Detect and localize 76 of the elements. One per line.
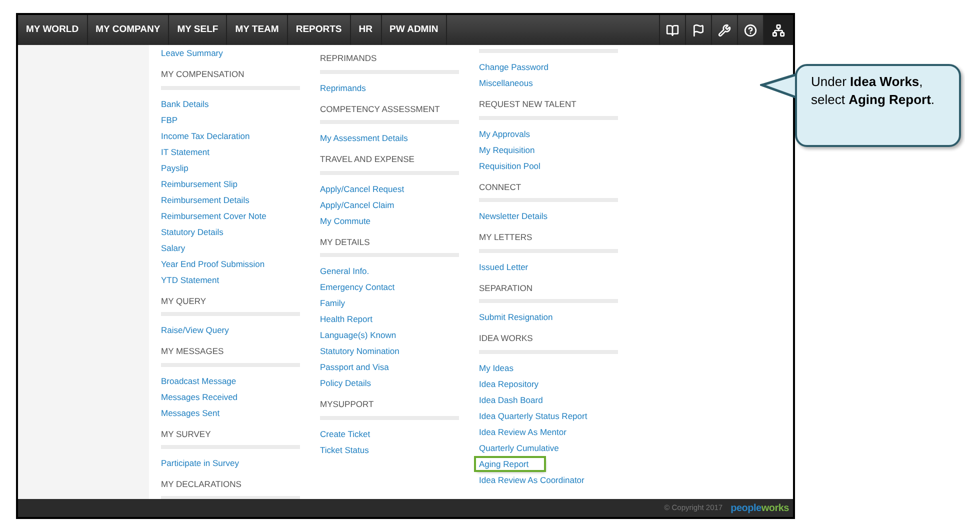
menu-link[interactable]: Change Password xyxy=(479,61,548,73)
section-heading: COMPETENCY ASSESSMENT xyxy=(320,102,440,116)
menu-link[interactable]: Newsletter Details xyxy=(479,210,548,222)
section-heading: MY MESSAGES xyxy=(161,345,224,358)
nav-item[interactable]: MY SELF xyxy=(169,15,228,45)
menu-link[interactable]: YTD Statement xyxy=(161,274,220,286)
menu-link[interactable]: Emergency Contact xyxy=(320,281,395,294)
menu-link[interactable]: My Approvals xyxy=(479,128,530,140)
menu-link[interactable]: Bank Details xyxy=(161,98,209,110)
menu-link[interactable]: Messages Sent xyxy=(161,406,220,419)
section-heading: SEPARATION xyxy=(479,282,533,295)
menu-link[interactable]: Raise/View Query xyxy=(161,324,229,336)
help-icon[interactable] xyxy=(744,24,757,36)
menu-link[interactable]: Requisition Pool xyxy=(479,160,540,172)
menu-link[interactable]: Messages Received xyxy=(161,390,238,403)
section-heading: REQUEST NEW TALENT xyxy=(479,98,576,111)
menu-link[interactable]: Apply/Cancel Claim xyxy=(320,198,394,211)
menu-link[interactable]: Idea Review As Coordinator xyxy=(479,474,584,486)
menu-link[interactable]: Idea Review As Mentor xyxy=(479,426,566,438)
section-heading: MYSUPPORT xyxy=(320,398,374,412)
menu-link[interactable]: Broadcast Message xyxy=(161,374,236,387)
section-heading: MY LETTERS xyxy=(479,231,532,244)
section-heading: MY QUERY xyxy=(161,294,206,308)
menu-link[interactable]: Reprimands xyxy=(320,82,366,94)
menu-link[interactable]: Reimbursement Slip xyxy=(161,178,238,190)
menu-link[interactable]: Ticket Status xyxy=(320,444,369,456)
nav-item[interactable]: MY TEAM xyxy=(227,15,288,45)
menu-link[interactable]: Idea Repository xyxy=(479,378,539,390)
book-icon[interactable] xyxy=(666,24,679,36)
menu-link[interactable]: Quarterly Cumulative xyxy=(479,442,559,454)
menu-link[interactable]: Apply/Cancel Request xyxy=(320,182,404,195)
menu-link[interactable]: Passport and Visa xyxy=(320,361,389,374)
section-heading: MY DECLARATIONS xyxy=(161,478,242,492)
menu-link[interactable]: Family xyxy=(320,297,346,310)
instruction-callout: Under Idea Works, select Aging Report. xyxy=(795,64,961,147)
menu-link[interactable]: My Assessment Details xyxy=(320,132,408,144)
section-heading: TRAVEL AND EXPENSE xyxy=(320,153,414,166)
nav-item[interactable]: HR xyxy=(350,15,382,45)
menu-link[interactable]: My Commute xyxy=(320,214,371,227)
section-heading: MY DETAILS xyxy=(320,236,370,249)
menu-link[interactable]: Issued Letter xyxy=(479,260,528,273)
menu-link[interactable]: IT Statement xyxy=(161,146,210,158)
menu-link[interactable]: Create Ticket xyxy=(320,428,370,440)
menu-link[interactable]: My Requisition xyxy=(479,144,535,156)
menu-link[interactable]: Reimbursement Details xyxy=(161,194,250,206)
nav-item[interactable]: PW ADMIN xyxy=(382,15,448,45)
brand-logo: peopleworks xyxy=(730,502,789,516)
hierarchy-icon[interactable] xyxy=(772,24,785,36)
menu-link[interactable]: Health Report xyxy=(320,313,372,326)
section-heading: CONNECT xyxy=(479,180,522,194)
menu-link[interactable]: Aging Report xyxy=(476,458,544,470)
section-heading: REPRIMANDS xyxy=(320,52,377,65)
menu-link[interactable]: FBP xyxy=(161,114,178,126)
menu-link[interactable]: Leave Summary xyxy=(161,47,223,59)
flag-icon[interactable] xyxy=(692,24,705,36)
menu-link[interactable]: Income Tax Declaration xyxy=(161,130,250,142)
menu-link[interactable]: Idea Dash Board xyxy=(479,394,543,406)
menu-link[interactable]: Payslip xyxy=(161,162,188,174)
menu-link[interactable]: Idea Quarterly Status Report xyxy=(479,410,588,422)
section-heading: IDEA WORKS xyxy=(479,332,533,346)
wrench-icon[interactable] xyxy=(718,24,731,36)
menu-link[interactable]: Salary xyxy=(161,242,186,254)
section-heading: MY COMPENSATION xyxy=(161,68,244,81)
menu-link[interactable]: Miscellaneous xyxy=(479,77,533,89)
menu-link[interactable]: Reimbursement Cover Note xyxy=(161,210,266,222)
menu-link[interactable]: Year End Proof Submission xyxy=(161,258,265,270)
menu-link[interactable]: Statutory Details xyxy=(161,226,224,238)
menu-link[interactable]: Statutory Nomination xyxy=(320,345,400,358)
menu-link[interactable]: Policy Details xyxy=(320,377,372,390)
menu-link[interactable]: General Info. xyxy=(320,265,370,278)
menu-link[interactable]: Language(s) Known xyxy=(320,329,396,342)
nav-item[interactable]: REPORTS xyxy=(288,15,351,45)
menu-link[interactable]: My Ideas xyxy=(479,362,514,374)
section-heading: MY SURVEY xyxy=(161,428,211,441)
menu-link[interactable]: Submit Resignation xyxy=(479,311,553,324)
menu-link[interactable]: Participate in Survey xyxy=(161,457,239,470)
